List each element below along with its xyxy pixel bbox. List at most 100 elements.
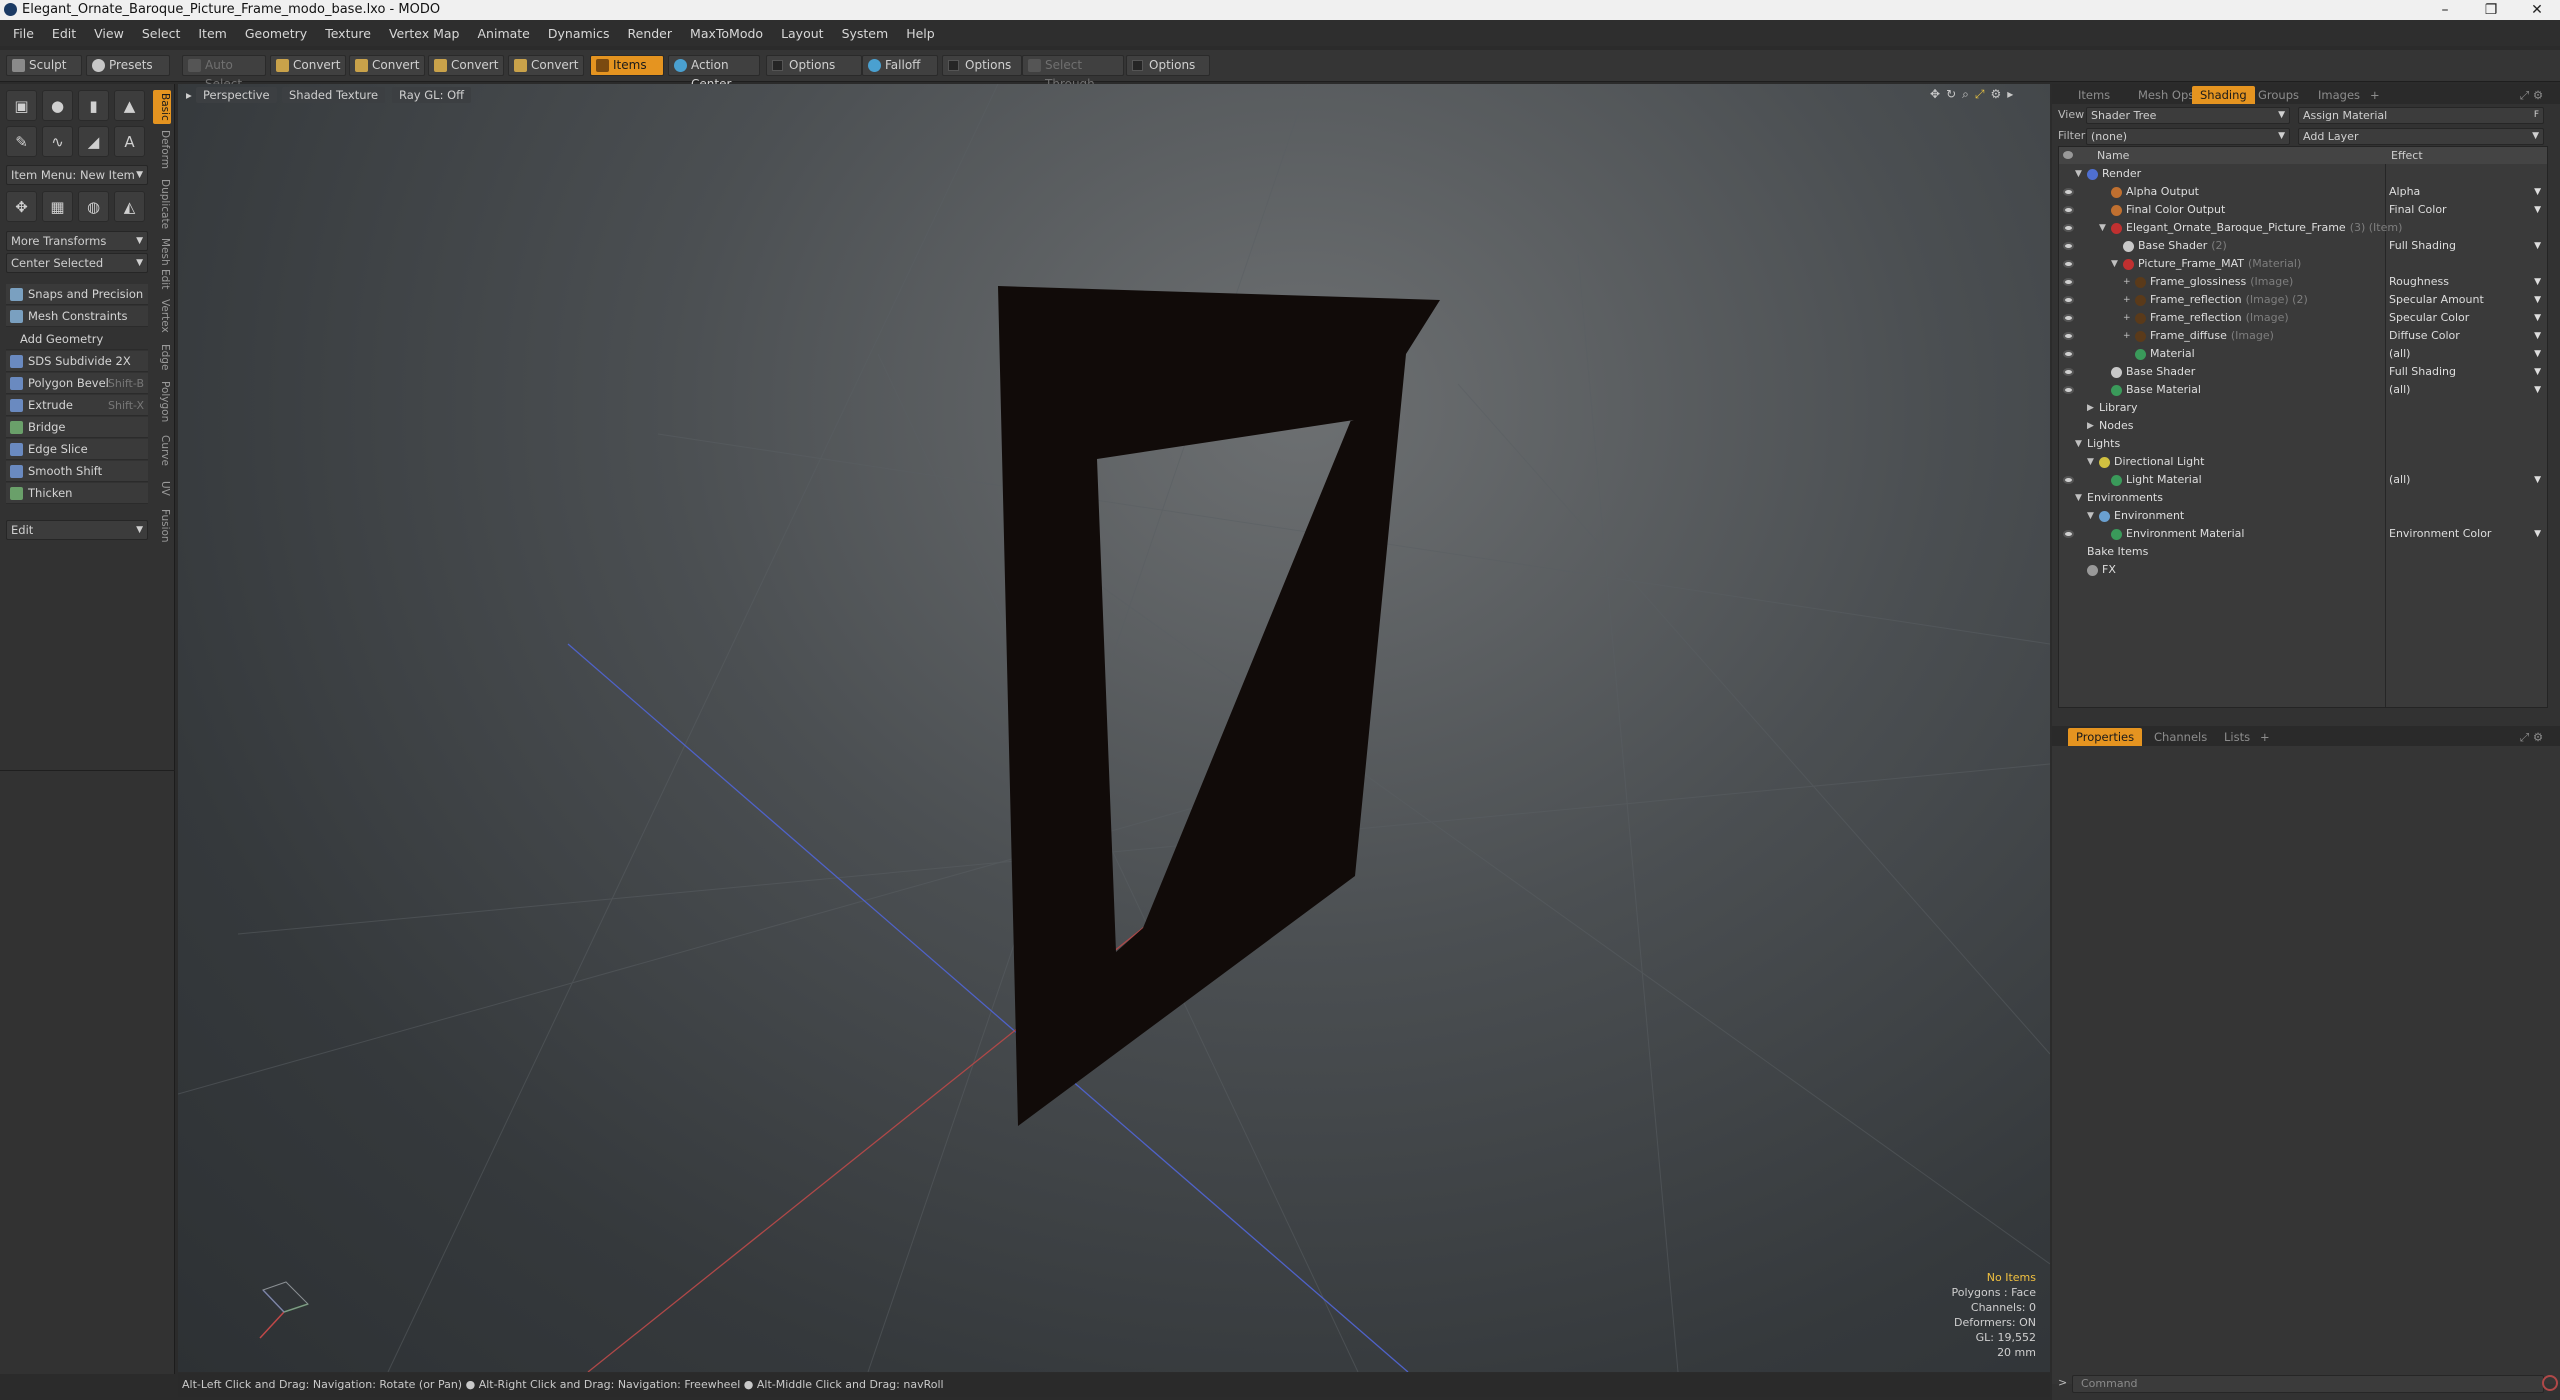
convert-edges-button[interactable]: Convert	[349, 55, 425, 76]
layer-effect-dropdown[interactable]: Diffuse Color ▼	[2389, 327, 2545, 345]
center-selected-dropdown[interactable]: Center Selected ▼	[6, 253, 148, 273]
shader-tree-row[interactable]: Bake Items	[2059, 543, 2547, 561]
item-menu-dropdown[interactable]: Item Menu: New Item ▼	[6, 165, 148, 185]
vtab-uv[interactable]: UV	[153, 474, 171, 502]
tab-items[interactable]: Items	[2070, 86, 2118, 104]
curve-icon[interactable]: ∿	[42, 126, 73, 157]
vtab-vertex[interactable]: Vertex	[153, 296, 171, 336]
presets-button[interactable]: Presets	[86, 55, 170, 76]
layer-effect-dropdown[interactable]: (all) ▼	[2389, 471, 2545, 489]
menu-view[interactable]: View	[85, 26, 133, 41]
shader-tree-row[interactable]: ▼ Environment	[2059, 507, 2547, 525]
layer-effect-dropdown[interactable]: Full Shading ▼	[2389, 237, 2545, 255]
options-button-2[interactable]: Options	[942, 55, 1022, 76]
record-macro-icon[interactable]	[2542, 1375, 2558, 1391]
convert-polygons-button[interactable]: Convert	[428, 55, 504, 76]
effect-column-header[interactable]: Effect	[2391, 147, 2423, 164]
name-column-header[interactable]: Name	[2097, 147, 2129, 164]
move-icon[interactable]: ✥	[6, 191, 37, 222]
expand-toggle-icon[interactable]: +	[2123, 291, 2131, 309]
visibility-eye-icon[interactable]	[2063, 278, 2074, 286]
tab-properties[interactable]: Properties	[2068, 728, 2143, 746]
vtab-deform[interactable]: Deform	[153, 128, 171, 172]
shaded-texture-button[interactable]: Shaded Texture	[282, 87, 386, 103]
options-button-3[interactable]: Options	[1126, 55, 1210, 76]
edit-dropdown[interactable]: Edit ▼	[6, 520, 148, 540]
shader-tree-row[interactable]: ▼ Picture_Frame_MAT (Material)	[2059, 255, 2547, 273]
vtab-duplicate[interactable]: Duplicate	[153, 176, 171, 232]
shader-tree-row[interactable]: FX	[2059, 561, 2547, 579]
layer-effect-dropdown[interactable]: (all) ▼	[2389, 381, 2545, 399]
vtab-mesh-edit[interactable]: Mesh Edit	[153, 236, 171, 292]
action-center-button[interactable]: Action Center	[668, 55, 760, 91]
visibility-eye-icon[interactable]	[2063, 242, 2074, 250]
add-tab-button[interactable]: +	[2362, 86, 2388, 104]
add-geometry-header[interactable]: Add Geometry	[6, 329, 148, 350]
tool-edge-slice[interactable]: Edge Slice	[6, 439, 148, 460]
perspective-button[interactable]: Perspective	[196, 87, 277, 103]
convert-vertices-button[interactable]: Convert	[270, 55, 346, 76]
sphere-icon[interactable]: ●	[42, 90, 73, 121]
layer-effect-dropdown[interactable]: Alpha ▼	[2389, 183, 2545, 201]
shader-tree-row[interactable]: + Frame_reflection (Image) (2) Specular Amo…	[2059, 291, 2547, 309]
shader-tree-row[interactable]: ▼ Lights	[2059, 435, 2547, 453]
expand-toggle-icon[interactable]: +	[2123, 273, 2131, 291]
panel-options-icon[interactable]: ⤢ ⚙	[2512, 728, 2551, 746]
shader-tree-row[interactable]: Base Material (all) ▼	[2059, 381, 2547, 399]
menu-layout[interactable]: Layout	[772, 26, 833, 41]
options-checkbox-3[interactable]	[1132, 60, 1143, 71]
assign-material-button[interactable]: Assign Material F	[2298, 107, 2544, 124]
visibility-eye-icon[interactable]	[2063, 350, 2074, 358]
shader-tree-row[interactable]: ▼ Directional Light	[2059, 453, 2547, 471]
picture-frame-mesh[interactable]	[998, 286, 1440, 1126]
minimize-button[interactable]: –	[2422, 0, 2468, 20]
visibility-eye-icon[interactable]	[2063, 260, 2074, 268]
shader-tree-row[interactable]: + Frame_glossiness (Image) Roughness ▼	[2059, 273, 2547, 291]
menu-geometry[interactable]: Geometry	[236, 26, 316, 41]
text-icon[interactable]: A	[114, 126, 145, 157]
shader-tree-row[interactable]: Material (all) ▼	[2059, 345, 2547, 363]
auto-select-button[interactable]: Auto Select	[182, 55, 266, 91]
layer-effect-dropdown[interactable]: Specular Color ▼	[2389, 309, 2545, 327]
menu-select[interactable]: Select	[133, 26, 190, 41]
snaps-precision-button[interactable]: Snaps and Precision	[6, 284, 148, 305]
visibility-eye-icon[interactable]	[2063, 296, 2074, 304]
add-layer-dropdown[interactable]: Add Layer ▼	[2298, 128, 2544, 145]
cylinder-icon[interactable]: ▮	[78, 90, 109, 121]
expand-icon[interactable]: ▸	[2007, 87, 2013, 102]
close-button[interactable]: ✕	[2514, 0, 2560, 20]
expand-toggle-icon[interactable]: ▼	[2075, 435, 2082, 453]
expand-toggle-icon[interactable]: +	[2123, 309, 2131, 327]
shader-tree-row[interactable]: + Frame_diffuse (Image) Diffuse Color ▼	[2059, 327, 2547, 345]
layer-effect-dropdown[interactable]: Roughness ▼	[2389, 273, 2545, 291]
visibility-eye-icon[interactable]	[2063, 314, 2074, 322]
menu-item[interactable]: Item	[189, 26, 235, 41]
shader-tree-row[interactable]: Base Shader (2) Full Shading ▼	[2059, 237, 2547, 255]
filter-dropdown[interactable]: (none) ▼	[2086, 128, 2290, 145]
vtab-polygon[interactable]: Polygon	[153, 378, 171, 426]
expand-toggle-icon[interactable]: ▶	[2087, 417, 2094, 435]
shader-tree-row[interactable]: Environment Material Environment Color ▼	[2059, 525, 2547, 543]
tool-thicken[interactable]: Thicken	[6, 483, 148, 504]
cone-icon[interactable]: ▲	[114, 90, 145, 121]
visibility-eye-icon[interactable]	[2063, 188, 2074, 196]
shader-tree-row[interactable]: ▼ Render	[2059, 165, 2547, 183]
visibility-eye-icon[interactable]	[2063, 224, 2074, 232]
tool-smooth-shift[interactable]: Smooth Shift	[6, 461, 148, 482]
more-transforms-dropdown[interactable]: More Transforms ▼	[6, 231, 148, 251]
view-dropdown[interactable]: Shader Tree ▼	[2086, 107, 2290, 124]
restore-button[interactable]: ❐	[2468, 0, 2514, 20]
vtab-curve[interactable]: Curve	[153, 430, 171, 470]
visibility-eye-icon[interactable]	[2063, 206, 2074, 214]
scale-icon[interactable]: ◭	[114, 191, 145, 222]
options-button-1[interactable]: Options	[766, 55, 862, 76]
expand-toggle-icon[interactable]: ▼	[2087, 453, 2094, 471]
visibility-eye-icon[interactable]	[2063, 476, 2074, 484]
orbit-icon[interactable]: ↻	[1946, 87, 1956, 102]
menu-animate[interactable]: Animate	[469, 26, 539, 41]
visibility-eye-icon[interactable]	[2063, 386, 2074, 394]
expand-toggle-icon[interactable]: ▼	[2099, 219, 2106, 237]
ray-gl-button[interactable]: Ray GL: Off	[392, 87, 472, 103]
shader-tree-row[interactable]: Alpha Output Alpha ▼	[2059, 183, 2547, 201]
expand-toggle-icon[interactable]: ▼	[2075, 165, 2082, 183]
